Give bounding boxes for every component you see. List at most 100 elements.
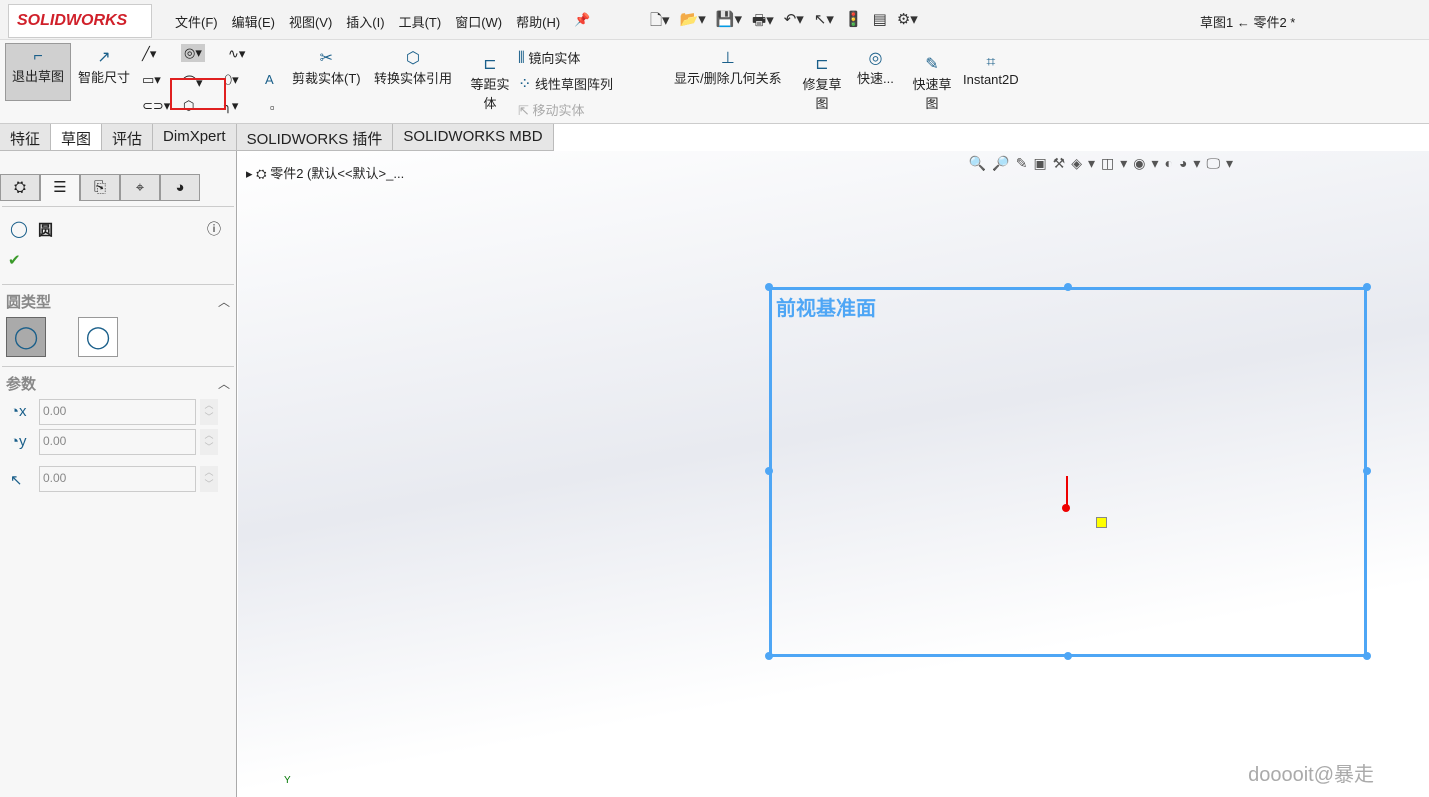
repair-sketch-button[interactable]: ⊏ 修复草图 (800, 54, 844, 112)
property-manager: ⛭ ☰ ⎘ ⌖ ◕ ◯ 圆 ⓘ ✔ 圆类型 ︿ ◯ ◯ 参数 ︿ ◔x 0.00… (0, 151, 237, 797)
menu-insert[interactable]: 插入(I) (346, 12, 384, 31)
quick-snaps-button[interactable]: ◎ 快速... (857, 48, 894, 87)
axis-y-label: Y (284, 775, 291, 786)
trim-button[interactable]: ✂ 剪裁实体(T) (292, 48, 361, 87)
collapse-icon[interactable]: ︿ (218, 293, 230, 310)
fillet-tool[interactable]: ╮▾ (224, 98, 238, 114)
mirror-button[interactable]: ⫴ 镜向实体 (518, 48, 580, 68)
command-manager: ⌐ 退出草图 ↗ 智能尺寸 ╱▾ ◎▾ ∿▾ ▭▾ ⌒▾ ⬯▾ A ⊂⊃▾ ⬡ ╮▾… (0, 40, 1429, 124)
center-x-icon: ◔x (10, 403, 27, 420)
center-circle-button[interactable]: ◯ (6, 317, 46, 357)
help-icon[interactable]: ⓘ (207, 219, 221, 239)
menu-bar: 文件(F) 编辑(E) 视图(V) 插入(I) 工具(T) 窗口(W) 帮助(H… (175, 12, 590, 31)
radius-icon: ↖ (10, 472, 23, 489)
menu-help[interactable]: 帮助(H) (516, 12, 560, 31)
configuration-tab-icon[interactable]: ⎘ (80, 174, 120, 201)
exit-sketch-button[interactable]: ⌐ 退出草图 (5, 43, 71, 101)
pattern-icon: ⁘ (518, 76, 532, 93)
rapid-sketch-button[interactable]: ✎ 快速草图 (910, 54, 954, 112)
expand-icon[interactable]: ▸ (246, 166, 253, 181)
menu-tools[interactable]: 工具(T) (399, 12, 442, 31)
property-manager-tab-icon[interactable]: ☰ (40, 174, 80, 201)
circle-icon: ◯ (10, 221, 28, 238)
feature-tree-flyout[interactable]: ▸ ⛭ 零件2 (默认<<默认>_... (246, 163, 404, 182)
tab-sketch[interactable]: 草图 (51, 124, 103, 150)
menu-view[interactable]: 视图(V) (289, 12, 332, 31)
radius-input[interactable]: 0.00 (39, 466, 196, 492)
relations-icon: ⊥ (720, 50, 735, 67)
menu-window[interactable]: 窗口(W) (455, 12, 502, 31)
options-icon[interactable]: ⚙▾ (897, 10, 918, 35)
select-icon[interactable]: ↖▾ (814, 10, 834, 35)
center-y-spinner[interactable]: ︿ ﹀ (200, 429, 218, 455)
graphics-area[interactable]: ▸ ⛭ 零件2 (默认<<默认>_... 🔍🔎✎▣⚒◈▾◫▾◉▾◐◕▾🖵▾ 前视… (238, 151, 1429, 797)
center-x-spinner[interactable]: ︿ ﹀ (200, 399, 218, 425)
tab-mbd[interactable]: SOLIDWORKS MBD (393, 124, 554, 150)
solidworks-logo[interactable]: SOLIDWORKS (8, 4, 152, 38)
ok-check-icon[interactable]: ✔ (8, 251, 21, 269)
convert-entities-button[interactable]: ⬡ 转换实体引用 (374, 48, 452, 87)
smart-dimension-button[interactable]: ↗ 智能尺寸 (74, 47, 134, 86)
window-title: 草图1 ← 零件2 * (1200, 15, 1296, 30)
repair-icon: ⊏ (815, 56, 829, 73)
linear-pattern-button[interactable]: ⁘ 线性草图阵列 (518, 74, 613, 94)
handle[interactable] (1363, 652, 1371, 660)
handle[interactable] (1363, 467, 1371, 475)
front-plane[interactable]: 前视基准面 (769, 287, 1367, 657)
move-entities-button[interactable]: ⇱ 移动实体 (518, 100, 585, 119)
display-relations-button[interactable]: ⊥ 显示/删除几何关系 (674, 48, 782, 87)
pin-icon[interactable]: 📌 (574, 12, 590, 31)
quick-access-toolbar: 🗋▾ 📂▾ 💾▾ 🖶▾ ↶▾ ↖▾ 🚦 ▤ ⚙▾ (650, 10, 918, 35)
center-y-icon: ◔y (10, 433, 27, 450)
ellipse-tool[interactable]: ⬯▾ (224, 72, 239, 88)
rectangle-tool[interactable]: ▭▾ (142, 72, 161, 88)
exit-sketch-icon: ⌐ (33, 48, 43, 65)
panel-title: 圆 (38, 222, 54, 239)
open-icon[interactable]: 📂▾ (680, 10, 706, 35)
appearance-tab-icon[interactable]: ◕ (160, 174, 200, 201)
instant2d-button[interactable]: ⌗ Instant2D (963, 54, 1019, 87)
rapid-sketch-icon: ✎ (925, 56, 939, 73)
parameters-heading: 参数 (6, 376, 37, 393)
snap-icon: ◎ (868, 50, 883, 67)
feature-tree-tab-icon[interactable]: ⛭ (0, 174, 40, 201)
undo-icon[interactable]: ↶▾ (784, 10, 804, 35)
smart-dimension-icon: ↗ (97, 49, 111, 66)
text-tool[interactable]: A (265, 72, 274, 87)
point-tool[interactable]: ▫ (270, 100, 275, 115)
new-icon[interactable]: 🗋▾ (650, 10, 670, 35)
handle[interactable] (765, 283, 773, 291)
center-y-input[interactable]: 0.00 (39, 429, 196, 455)
tab-features[interactable]: 特征 (0, 124, 52, 150)
handle[interactable] (765, 652, 773, 660)
circle-tool[interactable]: ◎▾ (181, 44, 205, 62)
handle[interactable] (765, 467, 773, 475)
divider (2, 284, 234, 285)
handle[interactable] (1064, 652, 1072, 660)
line-tool[interactable]: ╱▾ (142, 46, 156, 62)
menu-edit[interactable]: 编辑(E) (232, 12, 275, 31)
spline-tool[interactable]: ∿▾ (228, 46, 245, 62)
handle[interactable] (1363, 283, 1371, 291)
slot-tool[interactable]: ⊂⊃▾ (142, 98, 170, 114)
dimxpert-tab-icon[interactable]: ⌖ (120, 174, 160, 201)
rebuild-icon[interactable]: 🚦 (844, 10, 863, 35)
perimeter-circle-button[interactable]: ◯ (78, 317, 118, 357)
print-icon[interactable]: 🖶▾ (752, 10, 774, 35)
offset-button[interactable]: ⊏ 等距实体 (466, 54, 514, 112)
tab-addins[interactable]: SOLIDWORKS 插件 (237, 124, 394, 150)
divider (2, 206, 234, 207)
tab-evaluate[interactable]: 评估 (102, 124, 154, 150)
file-properties-icon[interactable]: ▤ (873, 10, 887, 35)
heads-up-view-toolbar[interactable]: 🔍🔎✎▣⚒◈▾◫▾◉▾◐◕▾🖵▾ (969, 155, 1239, 172)
tab-dimxpert[interactable]: DimXpert (153, 124, 237, 150)
selected-tool-highlight (170, 78, 226, 110)
radius-spinner[interactable]: ︿ ﹀ (200, 466, 218, 492)
cursor-icon (1096, 517, 1107, 528)
collapse-icon[interactable]: ︿ (218, 375, 230, 392)
handle[interactable] (1064, 283, 1072, 291)
save-icon[interactable]: 💾▾ (716, 10, 742, 35)
center-x-input[interactable]: 0.00 (39, 399, 196, 425)
origin-icon (1062, 504, 1070, 512)
menu-file[interactable]: 文件(F) (175, 12, 218, 31)
